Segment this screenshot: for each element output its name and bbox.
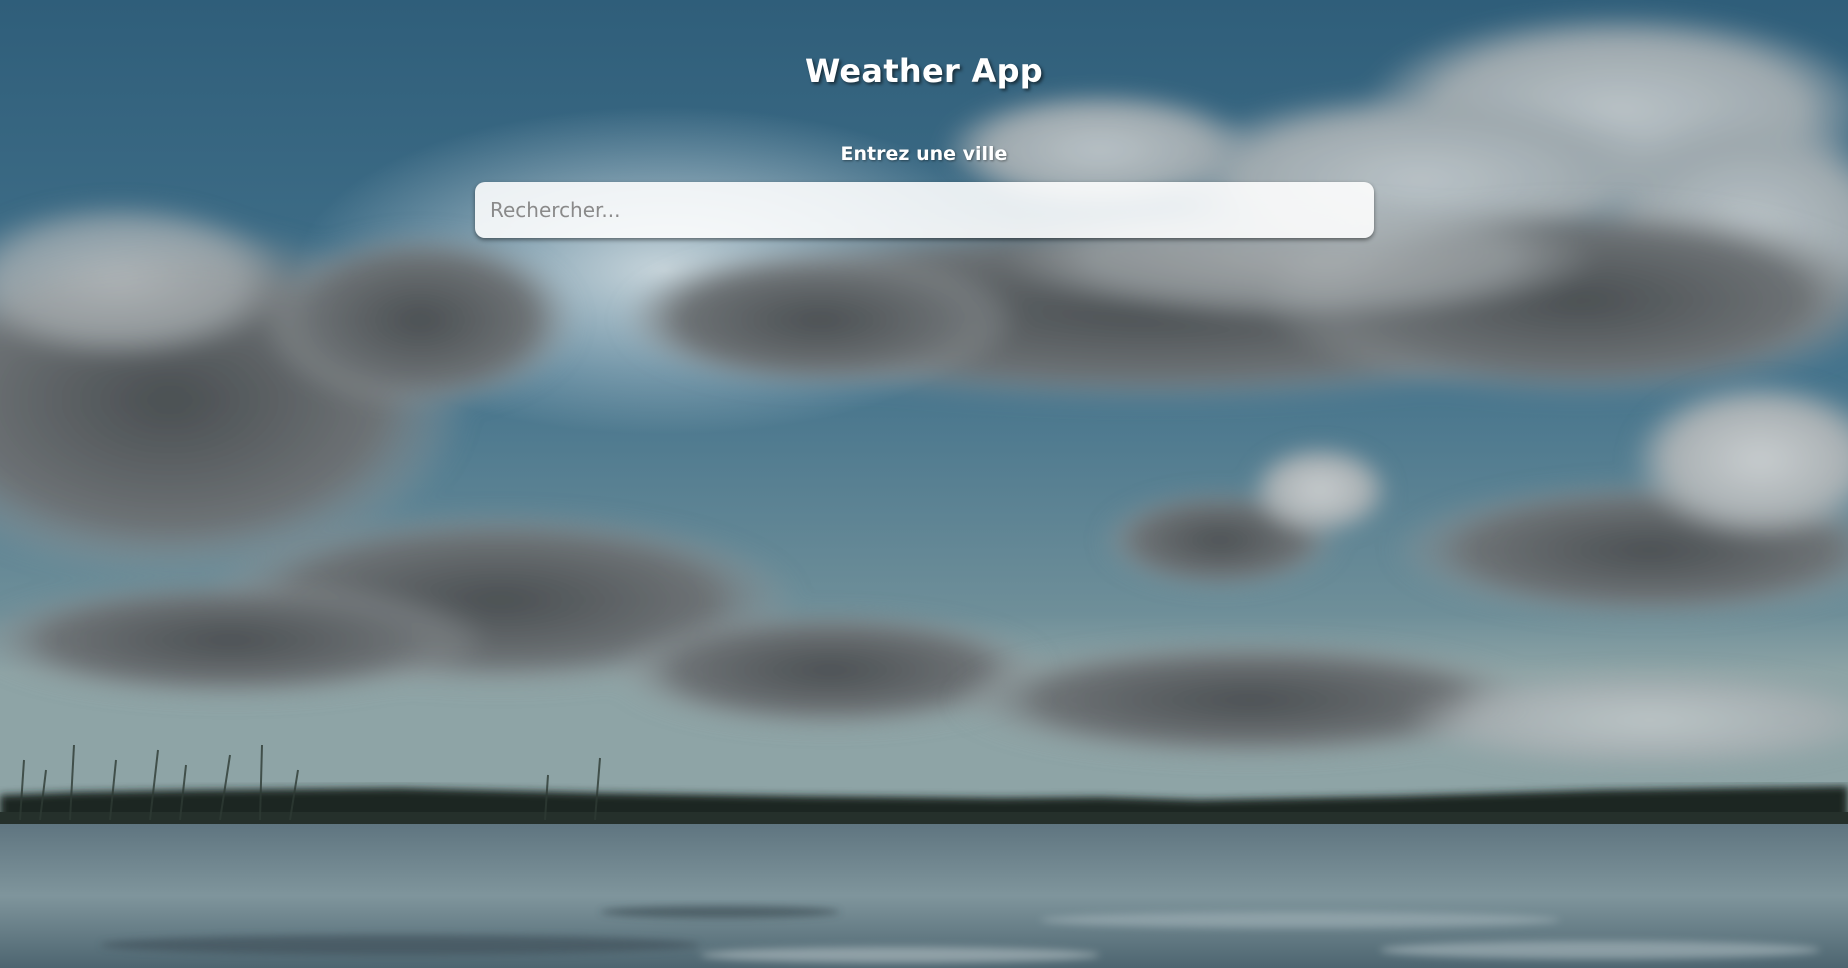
city-search-input[interactable] xyxy=(475,182,1374,238)
page-title: Weather App xyxy=(804,52,1044,90)
city-label: Entrez une ville xyxy=(840,143,1008,165)
main-container: Weather App Entrez une ville xyxy=(0,0,1848,968)
